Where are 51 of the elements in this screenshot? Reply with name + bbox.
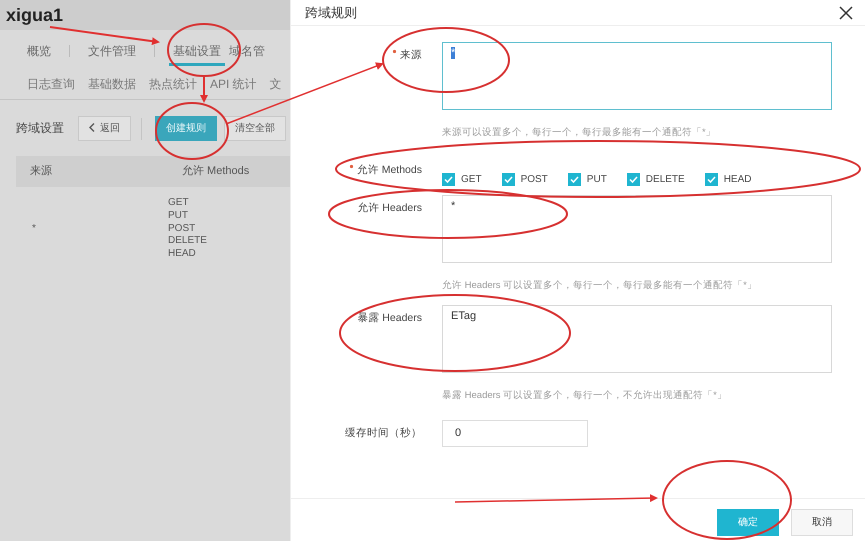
checkbox[interactable] bbox=[502, 173, 515, 186]
create-rule-button[interactable]: 创建规则 bbox=[155, 116, 217, 141]
confirm-button[interactable]: 确定 bbox=[717, 509, 779, 536]
checkbox[interactable] bbox=[568, 173, 581, 186]
nav-tab[interactable]: 文件管理 bbox=[84, 42, 140, 66]
table-cell-text: POST bbox=[168, 222, 196, 236]
section-title: 跨域设置 bbox=[16, 120, 64, 137]
hint-text: 允许 Headers 可以设置多个，每行一个，每行最多能有一个通配符「*」 bbox=[442, 279, 758, 293]
nav-tab[interactable]: 概览 bbox=[23, 42, 55, 66]
field-label: 允许 Headers bbox=[357, 202, 422, 214]
table-cell-text: * bbox=[31, 222, 37, 236]
chevron-left-icon bbox=[89, 123, 95, 132]
field-label: 缓存时间（秒） bbox=[345, 427, 422, 439]
field-label: 暴露 Headers bbox=[357, 312, 422, 324]
column-header: 允许 Methods bbox=[181, 164, 250, 178]
column-header: 来源 bbox=[29, 164, 53, 178]
nav-tab[interactable]: 基础设置 bbox=[169, 42, 225, 66]
table-cell-text: DELETE bbox=[168, 235, 208, 248]
hint-text: 来源可以设置多个，每行一个，每行最多能有一个通配符「*」 bbox=[442, 126, 717, 140]
text-area[interactable]: * bbox=[442, 195, 832, 263]
clear-all-button[interactable]: 清空全部 bbox=[224, 116, 286, 141]
sub-tab[interactable]: 日志查询 bbox=[27, 77, 75, 92]
bucket-title: xigua1 bbox=[6, 4, 64, 27]
field-label: 允许 Methods bbox=[356, 164, 422, 176]
asterisk-icon bbox=[392, 49, 397, 54]
input-field[interactable]: 0 bbox=[442, 420, 588, 447]
cancel-button[interactable]: 取消 bbox=[791, 509, 853, 536]
checkbox[interactable] bbox=[626, 173, 640, 186]
back-button[interactable]: 返回 bbox=[78, 116, 131, 141]
checkbox[interactable] bbox=[442, 173, 455, 186]
close-button[interactable] bbox=[839, 6, 853, 20]
checkbox-label: HEAD bbox=[724, 173, 752, 186]
checkbox-label: PUT bbox=[586, 173, 607, 186]
field-label: 来源 bbox=[400, 49, 422, 61]
checkbox-label: GET bbox=[461, 173, 482, 186]
asterisk-icon bbox=[348, 164, 354, 169]
table-cell-text: HEAD bbox=[168, 248, 197, 261]
sub-tab[interactable]: 热点统计 bbox=[149, 77, 197, 92]
sub-tab[interactable]: API 统计 bbox=[210, 77, 257, 92]
sub-tab[interactable]: 文 bbox=[270, 77, 282, 92]
text-area[interactable]: * bbox=[442, 42, 832, 110]
hint-text: 暴露 Headers 可以设置多个，每行一个，不允许出现通配符「*」 bbox=[442, 389, 728, 403]
table-cell-text: PUT bbox=[168, 210, 189, 223]
checkbox-label: DELETE bbox=[646, 173, 685, 186]
checkbox-label: POST bbox=[520, 173, 548, 186]
checkbox[interactable] bbox=[704, 173, 718, 186]
text-area[interactable]: ETag bbox=[442, 305, 832, 373]
sub-tab[interactable]: 基础数据 bbox=[88, 77, 136, 92]
table-cell-text: GET bbox=[168, 197, 190, 210]
dialog-title: 跨域规则 bbox=[305, 4, 357, 20]
annotation-arrow bbox=[200, 77, 208, 103]
